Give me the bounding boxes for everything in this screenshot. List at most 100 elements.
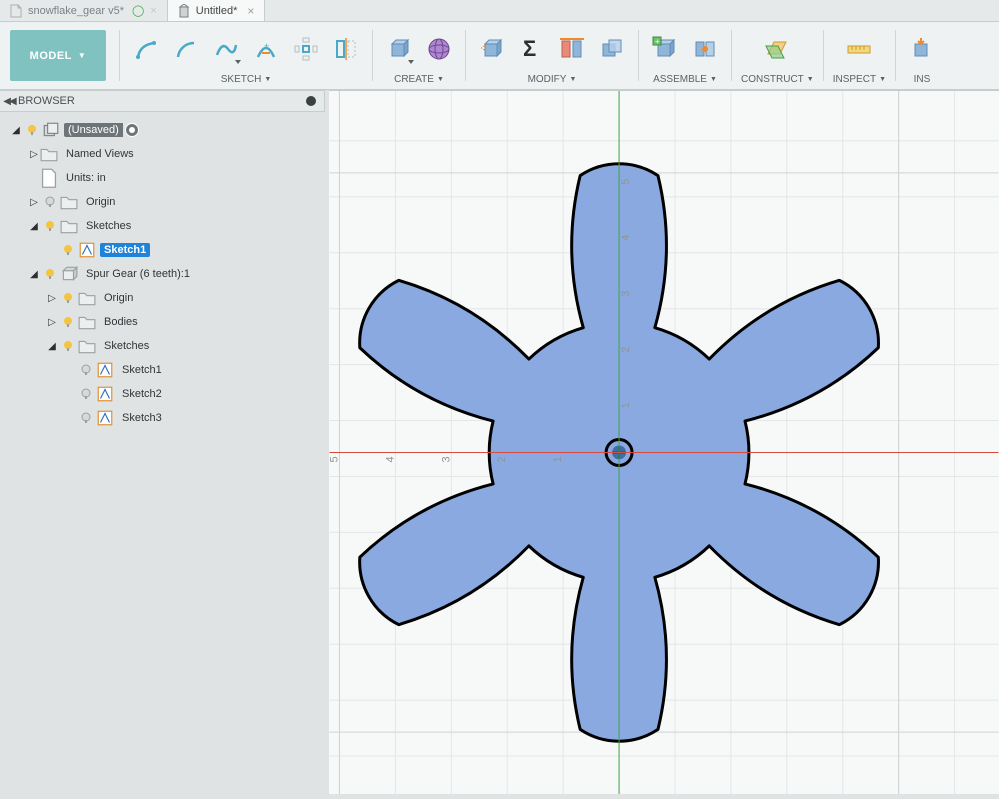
tree-sg-sketch1[interactable]: ▷ Sketch1 bbox=[10, 358, 321, 382]
group-label: INS bbox=[914, 71, 931, 87]
extrude-tool[interactable] bbox=[382, 32, 416, 66]
tab-label: Untitled* bbox=[196, 5, 238, 17]
tree-sg-sketches[interactable]: ◢ Sketches bbox=[10, 334, 321, 358]
visibility-bulb-icon[interactable] bbox=[24, 122, 40, 138]
conic-tool[interactable]: + bbox=[249, 32, 283, 66]
sphere-tool[interactable] bbox=[422, 32, 456, 66]
insert-tool[interactable] bbox=[905, 32, 939, 66]
group-label[interactable]: CONSTRUCT▼ bbox=[741, 71, 814, 87]
arc-tool[interactable] bbox=[169, 32, 203, 66]
sketch-icon bbox=[96, 386, 114, 402]
document-icon bbox=[178, 4, 190, 18]
toolbar-group-assemble: + ASSEMBLE▼ bbox=[642, 22, 728, 89]
visibility-bulb-icon[interactable] bbox=[60, 314, 76, 330]
visibility-bulb-icon[interactable] bbox=[42, 266, 58, 282]
browser-header[interactable]: ◀◀ BROWSER bbox=[0, 90, 325, 112]
tree-sg-origin[interactable]: ▷ Origin bbox=[10, 286, 321, 310]
document-icon bbox=[10, 4, 22, 18]
toolbar-separator bbox=[465, 30, 466, 81]
expand-icon[interactable]: ▷ bbox=[46, 316, 58, 328]
component-icon bbox=[42, 122, 60, 138]
workspace-switcher[interactable]: MODEL ▼ bbox=[10, 30, 106, 81]
visibility-bulb-icon[interactable] bbox=[78, 362, 94, 378]
spline-tool[interactable] bbox=[209, 32, 243, 66]
rectangle-pattern-tool[interactable] bbox=[289, 32, 323, 66]
group-label[interactable]: SKETCH▼ bbox=[221, 71, 272, 87]
line-tool[interactable] bbox=[129, 32, 163, 66]
group-label[interactable]: CREATE▼ bbox=[394, 71, 444, 87]
tree-sketches[interactable]: ◢ Sketches bbox=[10, 214, 321, 238]
align-tool[interactable] bbox=[555, 32, 589, 66]
close-tab-icon[interactable]: × bbox=[247, 4, 254, 18]
visibility-bulb-icon[interactable] bbox=[60, 242, 76, 258]
tree-sketch1-active[interactable]: ▷ Sketch1 bbox=[10, 238, 321, 262]
tree-sg-bodies[interactable]: ▷ Bodies bbox=[10, 310, 321, 334]
expand-icon[interactable]: ◢ bbox=[28, 268, 40, 280]
activate-radio[interactable] bbox=[125, 123, 139, 137]
tree-root[interactable]: ◢ (Unsaved) bbox=[10, 118, 321, 142]
tree-spur-gear[interactable]: ◢ Spur Gear (6 teeth):1 bbox=[10, 262, 321, 286]
measure-tool[interactable] bbox=[842, 32, 876, 66]
expand-icon[interactable]: ◢ bbox=[28, 220, 40, 232]
document-tab-snowflake[interactable]: snowflake_gear v5* ◯ × bbox=[0, 0, 168, 21]
group-label[interactable]: INSPECT▼ bbox=[833, 71, 886, 87]
group-label[interactable]: MODIFY▼ bbox=[528, 71, 577, 87]
joint-tool[interactable] bbox=[688, 32, 722, 66]
toolbar-separator bbox=[731, 30, 732, 81]
group-label[interactable]: ASSEMBLE▼ bbox=[653, 71, 717, 87]
toolbar-separator bbox=[638, 30, 639, 81]
svg-text:5: 5 bbox=[620, 179, 632, 185]
workspace-label: MODEL bbox=[30, 50, 72, 62]
svg-text:+: + bbox=[655, 37, 660, 46]
visibility-bulb-icon[interactable] bbox=[78, 386, 94, 402]
parameters-tool[interactable]: Σ bbox=[515, 32, 549, 66]
tree-units[interactable]: ▷ Units: in bbox=[10, 166, 321, 190]
panel-options-icon[interactable] bbox=[306, 96, 316, 106]
collapse-panel-icon[interactable]: ◀◀ bbox=[0, 96, 18, 107]
close-tab-icon[interactable]: × bbox=[150, 5, 156, 17]
component-icon bbox=[60, 266, 78, 282]
expand-icon[interactable]: ◢ bbox=[10, 124, 22, 136]
document-tab-untitled[interactable]: Untitled* × bbox=[168, 0, 266, 21]
visibility-bulb-icon[interactable] bbox=[60, 290, 76, 306]
expand-icon[interactable]: ▷ bbox=[28, 148, 40, 160]
main-toolbar: MODEL ▼ + SKETCH▼ CREATE▼ Σ MODIF bbox=[0, 22, 999, 90]
svg-text:1: 1 bbox=[552, 456, 564, 462]
folder-icon bbox=[60, 194, 78, 210]
tree-named-views[interactable]: ▷ Named Views bbox=[10, 142, 321, 166]
tree-sg-sketch3[interactable]: ▷ Sketch3 bbox=[10, 406, 321, 430]
sketch-icon bbox=[96, 410, 114, 426]
combine-tool[interactable] bbox=[595, 32, 629, 66]
new-component-tool[interactable]: + bbox=[648, 32, 682, 66]
node-label: (Unsaved) bbox=[64, 123, 123, 137]
expand-icon[interactable]: ▷ bbox=[28, 196, 40, 208]
tree-origin[interactable]: ▷ Origin bbox=[10, 190, 321, 214]
folder-icon bbox=[78, 314, 96, 330]
expand-icon[interactable]: ◢ bbox=[46, 340, 58, 352]
plane-tool[interactable] bbox=[760, 32, 794, 66]
node-label: Sketches bbox=[82, 219, 135, 233]
sketch-icon bbox=[78, 242, 96, 258]
toolbar-group-modify: Σ MODIFY▼ bbox=[469, 22, 635, 89]
folder-icon bbox=[78, 338, 96, 354]
node-label: Sketch1 bbox=[100, 243, 150, 257]
svg-text:3: 3 bbox=[440, 456, 452, 462]
visibility-bulb-icon[interactable] bbox=[42, 194, 58, 210]
press-pull-tool[interactable] bbox=[475, 32, 509, 66]
model-canvas[interactable]: 5 4 3 2 1 1 2 3 4 5 bbox=[329, 90, 999, 794]
visibility-bulb-icon[interactable] bbox=[78, 410, 94, 426]
tree-sg-sketch2[interactable]: ▷ Sketch2 bbox=[10, 382, 321, 406]
document-tab-bar: snowflake_gear v5* ◯ × Untitled* × bbox=[0, 0, 999, 22]
node-label: Sketch1 bbox=[118, 363, 166, 377]
expand-icon[interactable]: ▷ bbox=[46, 292, 58, 304]
svg-text:4: 4 bbox=[384, 456, 396, 462]
mirror-tool[interactable] bbox=[329, 32, 363, 66]
visibility-bulb-icon[interactable] bbox=[42, 218, 58, 234]
toolbar-group-construct: CONSTRUCT▼ bbox=[735, 22, 820, 89]
svg-text:5: 5 bbox=[329, 456, 340, 462]
visibility-bulb-icon[interactable] bbox=[60, 338, 76, 354]
svg-text:3: 3 bbox=[620, 291, 632, 297]
svg-text:Σ: Σ bbox=[523, 36, 536, 61]
folder-icon bbox=[78, 290, 96, 306]
canvas-svg[interactable]: 5 4 3 2 1 1 2 3 4 5 bbox=[329, 91, 999, 794]
